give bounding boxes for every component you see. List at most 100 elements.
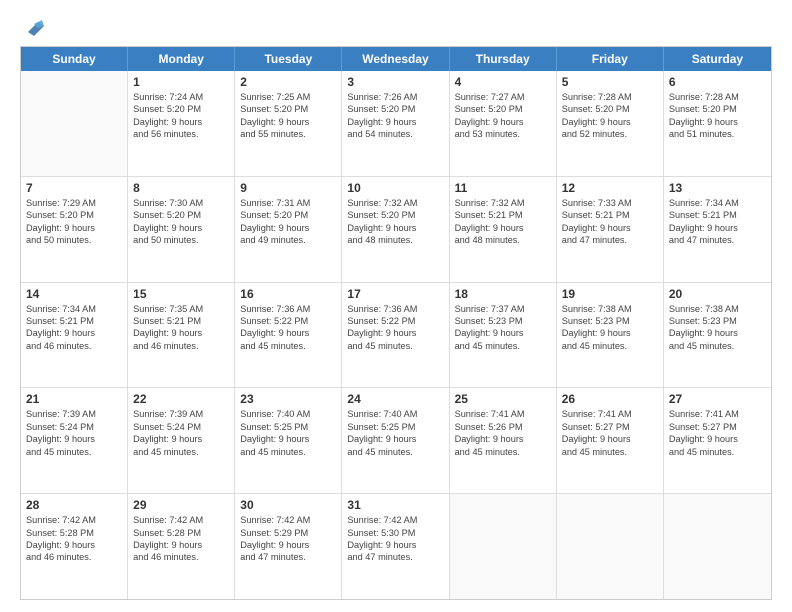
cell-info-line: Sunrise: 7:33 AM xyxy=(562,197,658,209)
cell-info-line: Sunset: 5:21 PM xyxy=(455,209,551,221)
day-cell-18: 18Sunrise: 7:37 AMSunset: 5:23 PMDayligh… xyxy=(450,283,557,388)
day-cell-28: 28Sunrise: 7:42 AMSunset: 5:28 PMDayligh… xyxy=(21,494,128,599)
cell-info-line: Sunrise: 7:42 AM xyxy=(240,514,336,526)
cell-info-line: and 53 minutes. xyxy=(455,128,551,140)
cell-info-line: and 45 minutes. xyxy=(240,446,336,458)
cell-info-line: Sunrise: 7:40 AM xyxy=(347,408,443,420)
cell-info-line: and 45 minutes. xyxy=(133,446,229,458)
day-number: 11 xyxy=(455,181,551,195)
cell-info-line: Daylight: 9 hours xyxy=(455,433,551,445)
cell-info-line: Sunrise: 7:29 AM xyxy=(26,197,122,209)
day-cell-23: 23Sunrise: 7:40 AMSunset: 5:25 PMDayligh… xyxy=(235,388,342,493)
cell-info-line: Sunset: 5:23 PM xyxy=(669,315,766,327)
cell-info-line: Daylight: 9 hours xyxy=(455,222,551,234)
cell-info-line: Sunset: 5:21 PM xyxy=(562,209,658,221)
cell-info-line: Sunrise: 7:38 AM xyxy=(562,303,658,315)
cell-info-line: and 46 minutes. xyxy=(133,340,229,352)
cell-info-line: Sunset: 5:25 PM xyxy=(240,421,336,433)
day-cell-25: 25Sunrise: 7:41 AMSunset: 5:26 PMDayligh… xyxy=(450,388,557,493)
cell-info-line: Sunrise: 7:41 AM xyxy=(669,408,766,420)
day-number: 3 xyxy=(347,75,443,89)
cell-info-line: Sunrise: 7:34 AM xyxy=(26,303,122,315)
day-cell-19: 19Sunrise: 7:38 AMSunset: 5:23 PMDayligh… xyxy=(557,283,664,388)
cell-info-line: Daylight: 9 hours xyxy=(26,222,122,234)
week-row-1: 1Sunrise: 7:24 AMSunset: 5:20 PMDaylight… xyxy=(21,71,771,177)
day-cell-8: 8Sunrise: 7:30 AMSunset: 5:20 PMDaylight… xyxy=(128,177,235,282)
cell-info-line: Sunrise: 7:38 AM xyxy=(669,303,766,315)
empty-cell xyxy=(450,494,557,599)
cell-info-line: Sunset: 5:20 PM xyxy=(347,103,443,115)
cell-info-line: Sunset: 5:20 PM xyxy=(455,103,551,115)
cell-info-line: Daylight: 9 hours xyxy=(669,222,766,234)
cell-info-line: and 45 minutes. xyxy=(26,446,122,458)
cell-info-line: Sunrise: 7:35 AM xyxy=(133,303,229,315)
day-cell-30: 30Sunrise: 7:42 AMSunset: 5:29 PMDayligh… xyxy=(235,494,342,599)
day-cell-16: 16Sunrise: 7:36 AMSunset: 5:22 PMDayligh… xyxy=(235,283,342,388)
cell-info-line: Sunset: 5:21 PM xyxy=(669,209,766,221)
cell-info-line: Sunrise: 7:34 AM xyxy=(669,197,766,209)
cell-info-line: Sunset: 5:20 PM xyxy=(133,103,229,115)
cell-info-line: Sunset: 5:20 PM xyxy=(240,103,336,115)
cell-info-line: and 45 minutes. xyxy=(347,446,443,458)
cell-info-line: Sunrise: 7:31 AM xyxy=(240,197,336,209)
cell-info-line: Sunrise: 7:39 AM xyxy=(133,408,229,420)
cell-info-line: and 50 minutes. xyxy=(26,234,122,246)
cell-info-line: Sunrise: 7:24 AM xyxy=(133,91,229,103)
day-number: 8 xyxy=(133,181,229,195)
cell-info-line: Daylight: 9 hours xyxy=(240,433,336,445)
day-cell-7: 7Sunrise: 7:29 AMSunset: 5:20 PMDaylight… xyxy=(21,177,128,282)
cell-info-line: and 45 minutes. xyxy=(455,340,551,352)
cell-info-line: Sunset: 5:21 PM xyxy=(26,315,122,327)
cell-info-line: Daylight: 9 hours xyxy=(133,539,229,551)
cell-info-line: and 50 minutes. xyxy=(133,234,229,246)
day-number: 1 xyxy=(133,75,229,89)
header xyxy=(20,16,772,38)
cell-info-line: Sunset: 5:21 PM xyxy=(133,315,229,327)
cell-info-line: Sunset: 5:23 PM xyxy=(562,315,658,327)
cell-info-line: Daylight: 9 hours xyxy=(562,327,658,339)
cell-info-line: and 52 minutes. xyxy=(562,128,658,140)
cell-info-line: Daylight: 9 hours xyxy=(240,222,336,234)
cell-info-line: and 47 minutes. xyxy=(562,234,658,246)
day-number: 17 xyxy=(347,287,443,301)
cell-info-line: Sunrise: 7:25 AM xyxy=(240,91,336,103)
cell-info-line: Daylight: 9 hours xyxy=(240,327,336,339)
cell-info-line: Daylight: 9 hours xyxy=(455,327,551,339)
day-number: 28 xyxy=(26,498,122,512)
cell-info-line: Daylight: 9 hours xyxy=(347,539,443,551)
cell-info-line: Sunset: 5:28 PM xyxy=(133,527,229,539)
day-number: 5 xyxy=(562,75,658,89)
cell-info-line: and 54 minutes. xyxy=(347,128,443,140)
cell-info-line: and 47 minutes. xyxy=(669,234,766,246)
cell-info-line: and 48 minutes. xyxy=(455,234,551,246)
calendar-body: 1Sunrise: 7:24 AMSunset: 5:20 PMDaylight… xyxy=(21,71,771,599)
cell-info-line: Sunset: 5:23 PM xyxy=(455,315,551,327)
day-cell-26: 26Sunrise: 7:41 AMSunset: 5:27 PMDayligh… xyxy=(557,388,664,493)
cell-info-line: and 49 minutes. xyxy=(240,234,336,246)
day-cell-17: 17Sunrise: 7:36 AMSunset: 5:22 PMDayligh… xyxy=(342,283,449,388)
header-day-wednesday: Wednesday xyxy=(342,47,449,71)
header-day-friday: Friday xyxy=(557,47,664,71)
cell-info-line: Daylight: 9 hours xyxy=(347,116,443,128)
day-cell-24: 24Sunrise: 7:40 AMSunset: 5:25 PMDayligh… xyxy=(342,388,449,493)
empty-cell xyxy=(21,71,128,176)
day-number: 9 xyxy=(240,181,336,195)
cell-info-line: and 45 minutes. xyxy=(669,446,766,458)
day-cell-29: 29Sunrise: 7:42 AMSunset: 5:28 PMDayligh… xyxy=(128,494,235,599)
cell-info-line: Daylight: 9 hours xyxy=(562,433,658,445)
empty-cell xyxy=(557,494,664,599)
cell-info-line: Daylight: 9 hours xyxy=(347,327,443,339)
cell-info-line: Daylight: 9 hours xyxy=(455,116,551,128)
cell-info-line: and 45 minutes. xyxy=(347,340,443,352)
day-number: 21 xyxy=(26,392,122,406)
cell-info-line: Sunset: 5:29 PM xyxy=(240,527,336,539)
cell-info-line: and 46 minutes. xyxy=(133,551,229,563)
cell-info-line: Sunset: 5:30 PM xyxy=(347,527,443,539)
cell-info-line: Sunrise: 7:42 AM xyxy=(133,514,229,526)
header-day-saturday: Saturday xyxy=(664,47,771,71)
cell-info-line: Daylight: 9 hours xyxy=(133,433,229,445)
cell-info-line: and 46 minutes. xyxy=(26,340,122,352)
cell-info-line: Daylight: 9 hours xyxy=(347,433,443,445)
cell-info-line: Sunrise: 7:42 AM xyxy=(347,514,443,526)
cell-info-line: Sunset: 5:27 PM xyxy=(669,421,766,433)
